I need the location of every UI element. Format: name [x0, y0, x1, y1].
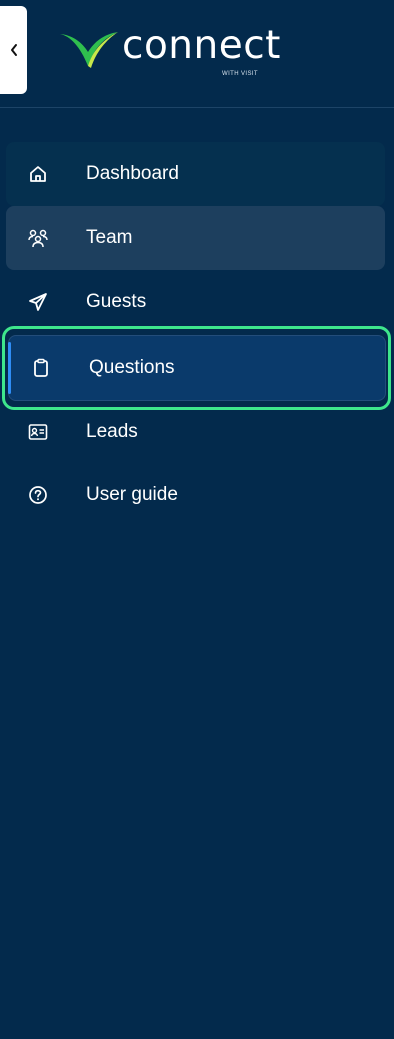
chevron-left-icon — [10, 44, 17, 56]
nav-item-team[interactable]: Team — [6, 206, 385, 270]
sidebar: connect WITH VISIT Dashboard Team Guests… — [0, 0, 394, 1039]
nav-item-label: Questions — [89, 357, 175, 378]
nav-item-dashboard[interactable]: Dashboard — [6, 142, 385, 206]
active-indicator — [8, 342, 11, 394]
nav-item-label: User guide — [86, 484, 178, 505]
id-card-icon — [26, 420, 50, 444]
nav-item-label: Guests — [86, 291, 147, 312]
collapse-sidebar-button[interactable] — [0, 6, 27, 94]
nav-item-label: Team — [86, 227, 133, 248]
nav-item-guests[interactable]: Guests — [6, 270, 385, 334]
clipboard-icon — [29, 356, 53, 380]
brand-logo[interactable]: connect WITH VISIT — [58, 22, 298, 82]
brand-name: connect — [122, 23, 281, 68]
nav-item-leads[interactable]: Leads — [6, 400, 385, 464]
home-icon — [26, 162, 50, 186]
nav-item-label: Dashboard — [86, 163, 179, 184]
users-icon — [26, 226, 50, 250]
nav-item-user-guide[interactable]: User guide — [6, 463, 385, 527]
send-icon — [26, 290, 50, 314]
nav-item-questions[interactable]: Questions — [8, 335, 386, 401]
logo-check-mark-icon — [60, 32, 118, 68]
help-circle-icon — [26, 483, 50, 507]
header-divider — [0, 107, 394, 108]
brand-tagline: WITH VISIT — [222, 71, 258, 77]
nav-item-label: Leads — [86, 421, 138, 442]
